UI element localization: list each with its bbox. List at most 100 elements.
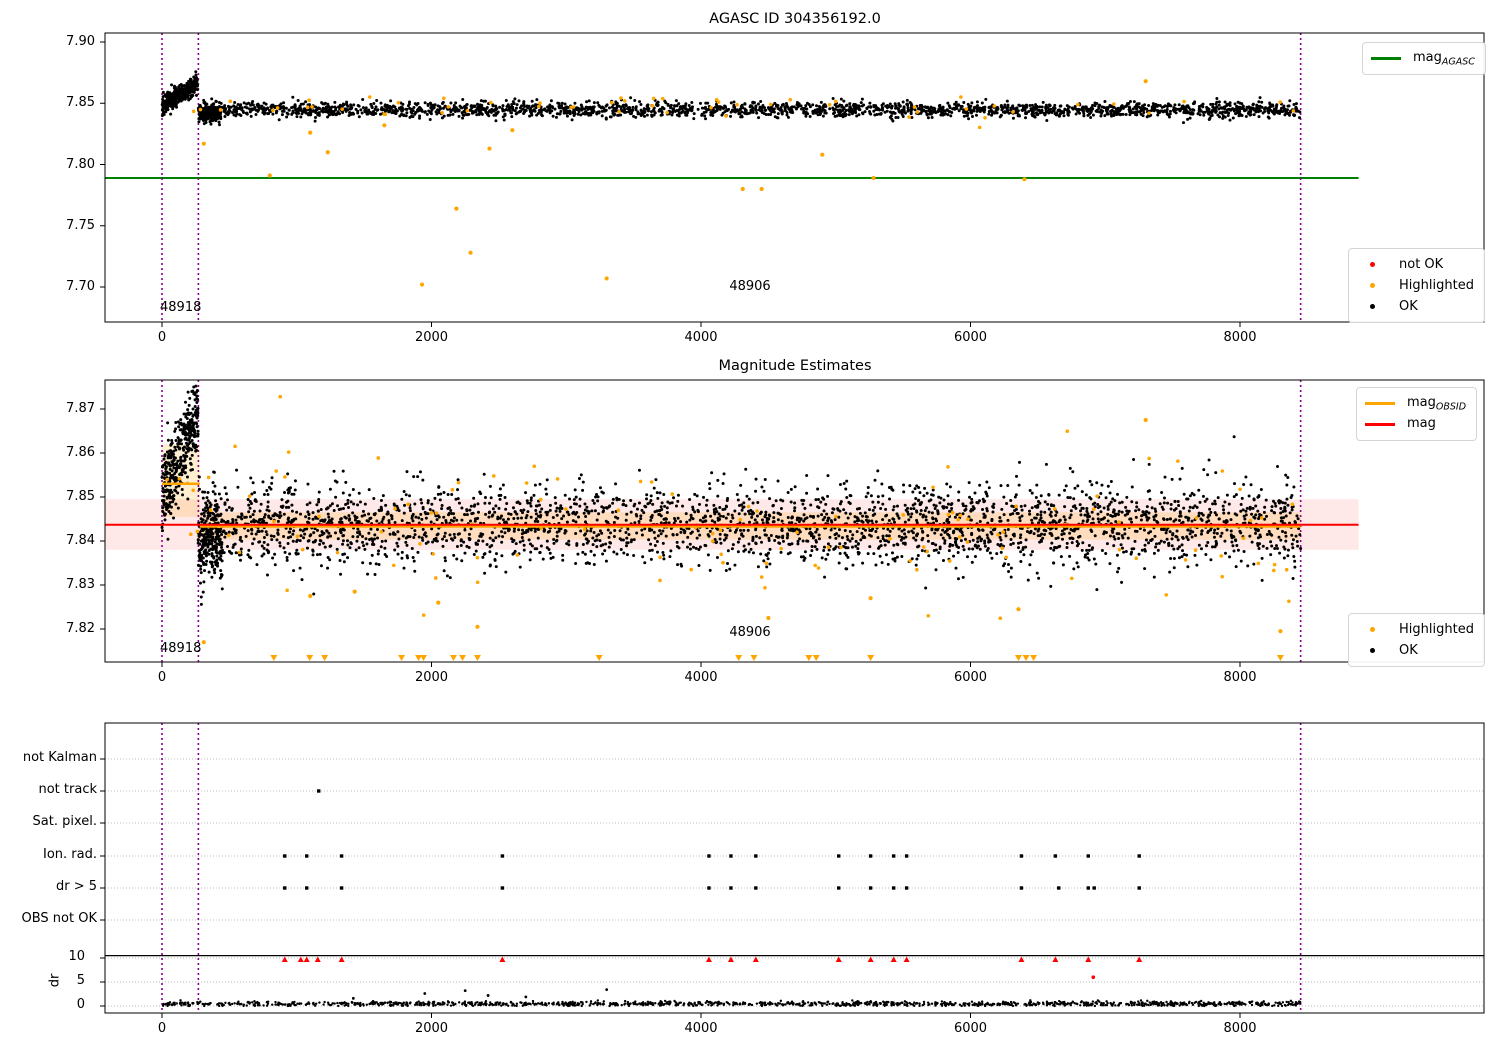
scatter-point-ok	[881, 502, 885, 506]
scatter-point-ok	[201, 545, 205, 549]
scatter-point-ok	[1215, 100, 1219, 104]
scatter-point-ok	[1250, 512, 1254, 516]
scatter-point-ok	[760, 108, 764, 112]
scatter-point-ok	[283, 550, 287, 554]
scatter-point-ok	[1135, 110, 1139, 114]
scatter-point-ok	[1029, 108, 1033, 112]
scatter-point-ok	[1245, 506, 1249, 510]
scatter-point-ok	[461, 116, 465, 120]
scatter-point-ok	[573, 502, 577, 506]
scatter-point-highlighted	[271, 108, 275, 113]
scatter-point-ok	[756, 102, 760, 106]
scatter-point-ok	[1288, 99, 1292, 103]
scatter-point-ok	[744, 109, 748, 113]
scatter-point-ok	[1063, 505, 1067, 509]
scatter-point-ok	[551, 515, 555, 519]
scatter-point-ok	[260, 529, 264, 533]
scatter-point-ok	[427, 109, 431, 113]
scatter-point-ok	[509, 105, 513, 109]
scatter-point-ok	[275, 109, 279, 113]
scatter-point-ok	[729, 114, 733, 118]
scatter-point-ok	[1232, 549, 1236, 553]
scatter-point-ok	[675, 533, 679, 537]
scatter-point-ok	[613, 112, 617, 116]
scatter-point-ok	[1165, 528, 1169, 532]
scatter-point-ok	[703, 114, 707, 118]
scatter-point-ok	[296, 98, 300, 102]
scatter-point-ok	[1251, 103, 1255, 107]
scatter-point-ok	[520, 536, 524, 540]
scatter-point-ok	[170, 101, 174, 105]
scatter-point-ok	[563, 102, 567, 106]
scatter-point-ok	[282, 512, 286, 516]
scatter-point-ok	[1118, 501, 1122, 505]
scatter-point-ok	[290, 112, 294, 116]
scatter-point-ok	[1296, 544, 1300, 548]
scatter-point-ok	[930, 511, 934, 515]
scatter-point-ok	[270, 476, 274, 480]
scatter-point-ok	[881, 102, 885, 106]
scatter-point-ok	[1006, 484, 1010, 488]
scatter-point-ok	[758, 536, 762, 540]
scatter-point-ok	[173, 488, 177, 492]
scatter-point-ok	[604, 117, 608, 121]
scatter-point-ok	[917, 544, 921, 548]
scatter-point-ok	[1103, 114, 1107, 118]
scatter-point-ok	[457, 114, 461, 118]
scatter-point-ok	[585, 100, 589, 104]
scatter-point-ok	[1079, 513, 1083, 517]
scatter-point-ok	[177, 86, 181, 90]
scatter-point-ok	[481, 108, 485, 112]
scatter-point-ok	[170, 83, 174, 87]
scatter-point-ok	[375, 99, 379, 103]
scatter-point-ok	[775, 116, 779, 120]
scatter-point-ok	[178, 472, 182, 476]
scatter-point-ok	[379, 101, 383, 105]
scatter-point-ok	[170, 452, 174, 456]
scatter-point-ok	[168, 456, 172, 460]
scatter-point-ok	[192, 75, 196, 79]
scatter-point-ok	[723, 104, 727, 108]
scatter-point-ok	[768, 497, 772, 501]
scatter-point-ok	[215, 542, 219, 546]
scatter-point-highlighted	[915, 110, 920, 114]
scatter-point-ok	[1062, 110, 1066, 114]
scatter-point-ok	[848, 102, 852, 106]
scatter-point-ok	[1257, 546, 1261, 550]
scatter-point-ok	[840, 536, 844, 540]
scatter-point-ok	[869, 494, 873, 498]
scatter-point-ok	[943, 539, 947, 543]
scatter-point-ok	[754, 534, 758, 538]
scatter-point-ok	[990, 556, 994, 560]
scatter-point-ok	[576, 112, 580, 116]
scatter-point-ok	[709, 514, 713, 518]
scatter-point-ok	[393, 548, 397, 552]
scatter-point-ok	[367, 488, 371, 492]
scatter-point-ok	[291, 109, 295, 113]
scatter-point-ok	[755, 111, 759, 115]
scatter-point-ok	[410, 111, 414, 115]
scatter-point-ok	[1260, 100, 1264, 104]
scatter-point-ok	[269, 517, 273, 521]
scatter-point-ok	[624, 518, 628, 522]
scatter-point-ok	[217, 101, 221, 105]
scatter-point-ok	[563, 107, 567, 111]
scatter-point-ok	[843, 541, 847, 545]
scatter-point-ok	[173, 445, 177, 449]
scatter-point-ok	[1266, 109, 1270, 113]
scatter-point-ok	[179, 438, 183, 442]
scatter-point-ok	[197, 487, 201, 491]
scatter-point-ok	[561, 553, 565, 557]
scatter-point-ok	[173, 456, 177, 460]
scatter-point-ok	[161, 106, 165, 110]
scatter-point-ok	[1106, 507, 1110, 511]
scatter-point-ok	[560, 104, 564, 108]
scatter-point-ok	[715, 556, 719, 560]
scatter-point-ok	[435, 112, 439, 116]
scatter-point-ok	[1075, 107, 1079, 111]
scatter-point-ok	[759, 99, 763, 103]
scatter-point-ok	[442, 534, 446, 538]
scatter-point-ok	[347, 506, 351, 510]
scatter-point-ok	[1081, 109, 1085, 113]
scatter-point-ok	[1285, 497, 1289, 501]
